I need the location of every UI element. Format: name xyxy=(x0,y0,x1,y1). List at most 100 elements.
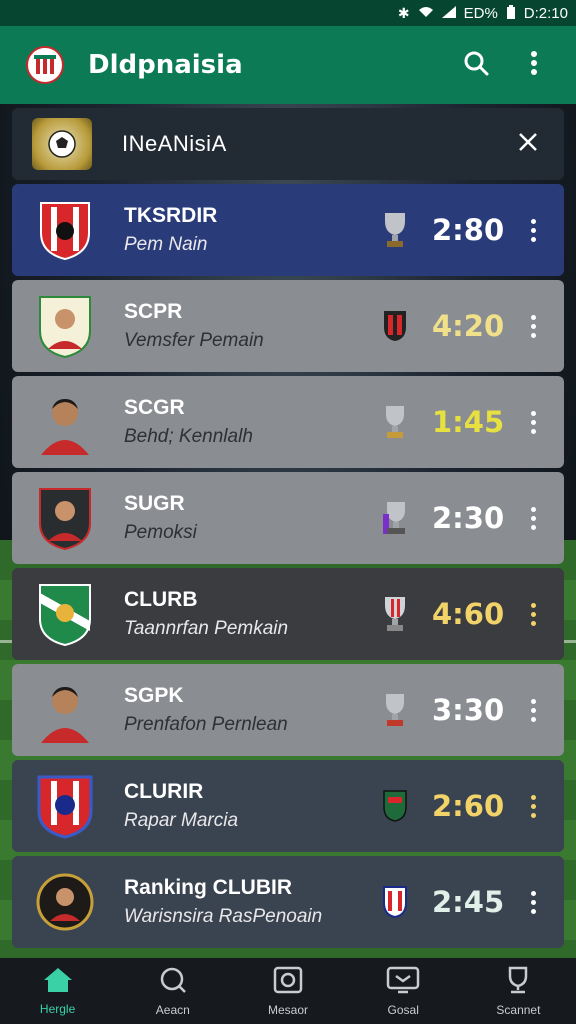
club-name: SCPR xyxy=(124,300,183,323)
player-photo-icon xyxy=(36,677,94,743)
club-subtitle: Vemsfer Pemain xyxy=(124,330,264,351)
search-icon xyxy=(462,49,490,82)
app-title: Dldpnaisia xyxy=(88,50,243,80)
row-more-button[interactable] xyxy=(518,882,548,922)
more-vertical-icon xyxy=(530,410,536,434)
match-time: 4:60 xyxy=(432,597,505,631)
trophy-icon xyxy=(380,594,410,634)
more-vertical-icon xyxy=(530,50,538,81)
trophy-icon xyxy=(504,966,532,999)
row-more-button[interactable] xyxy=(518,594,548,634)
row-more-button[interactable] xyxy=(518,690,548,730)
trophy-icon xyxy=(380,690,410,730)
status-time: D:2:10 xyxy=(523,4,568,22)
club-name: SGPK xyxy=(124,684,184,707)
club-name: SUGR xyxy=(124,492,185,515)
club-badge-icon xyxy=(380,306,410,346)
list-item[interactable]: SUGR Pemoksi 2:30 xyxy=(12,472,564,564)
league-badge xyxy=(32,118,92,170)
tv-icon xyxy=(386,966,420,999)
row-more-button[interactable] xyxy=(518,786,548,826)
row-more-button[interactable] xyxy=(518,210,548,250)
list-item[interactable]: CLURIR Rapar Marcia 2:60 xyxy=(12,760,564,852)
player-photo-icon xyxy=(36,389,94,455)
club-list: TKSRDIR Pem Nain 2:80 SCPR Vemsfer Pemai… xyxy=(12,184,564,952)
club-subtitle: Pemoksi xyxy=(124,522,197,543)
club-crest-icon xyxy=(36,773,94,839)
list-item[interactable]: SGPK Prenfafon Pernlean 3:30 xyxy=(12,664,564,756)
club-crest-icon xyxy=(36,581,94,647)
player-photo-icon xyxy=(36,869,94,935)
player-photo-icon xyxy=(36,293,94,359)
close-button[interactable] xyxy=(510,126,546,162)
match-time: 2:60 xyxy=(432,789,505,823)
club-subtitle: Warisnsira RasPenoain xyxy=(124,906,323,927)
match-time: 2:45 xyxy=(432,885,505,919)
club-name: CLURIR xyxy=(124,780,204,803)
club-badge-icon xyxy=(380,786,410,826)
more-vertical-icon xyxy=(530,314,536,338)
list-item[interactable]: SCGR Behd; Kennlalh 1:45 xyxy=(12,376,564,468)
match-time: 1:45 xyxy=(432,405,505,439)
search-icon xyxy=(159,966,187,999)
more-vertical-icon xyxy=(530,698,536,722)
more-button[interactable] xyxy=(512,43,556,87)
nav-label: Scannet xyxy=(496,1002,541,1017)
more-vertical-icon xyxy=(530,602,536,626)
club-name: Ranking CLUBIR xyxy=(124,876,292,899)
league-header: INeANisiA xyxy=(12,108,564,180)
club-badge-icon xyxy=(380,882,410,922)
close-icon xyxy=(518,132,538,157)
camera-icon xyxy=(273,966,303,999)
status-indicator: ED% xyxy=(463,4,498,22)
club-subtitle: Taannrfan Pemkain xyxy=(124,618,289,639)
nav-label: Aeacn xyxy=(155,1002,190,1017)
row-more-button[interactable] xyxy=(518,402,548,442)
nav-item-search[interactable]: Aeacn xyxy=(115,958,230,1024)
signal-icon xyxy=(441,5,456,21)
player-photo-icon xyxy=(36,485,94,551)
nav-item-goals[interactable]: Gosal xyxy=(346,958,461,1024)
bottom-nav: Hergle Aeacn Mesaor Gosal Scannet xyxy=(0,958,576,1024)
home-icon xyxy=(43,967,73,998)
club-name: TKSRDIR xyxy=(124,204,218,227)
list-item[interactable]: TKSRDIR Pem Nain 2:80 xyxy=(12,184,564,276)
match-time: 2:30 xyxy=(432,501,505,535)
status-bar: ✱ ED% D:2:10 xyxy=(0,0,576,26)
match-time: 4:20 xyxy=(432,309,505,343)
club-crest-icon xyxy=(36,197,94,263)
trophy-icon xyxy=(380,498,410,538)
app-logo xyxy=(26,46,64,84)
trophy-icon xyxy=(380,402,410,442)
app-bar: Dldpnaisia xyxy=(0,26,576,104)
club-name: SCGR xyxy=(124,396,185,419)
list-item[interactable]: Ranking CLUBIR Warisnsira RasPenoain 2:4… xyxy=(12,856,564,948)
match-time: 2:80 xyxy=(432,213,505,247)
nav-item-media[interactable]: Mesaor xyxy=(230,958,345,1024)
club-subtitle: Pem Nain xyxy=(124,234,208,255)
list-item[interactable]: CLURB Taannrfan Pemkain 4:60 xyxy=(12,568,564,660)
wifi-icon xyxy=(418,5,434,21)
club-name: CLURB xyxy=(124,588,198,611)
league-title: INeANisiA xyxy=(122,131,227,156)
more-vertical-icon xyxy=(530,506,536,530)
nav-label: Hergle xyxy=(39,1001,76,1016)
row-more-button[interactable] xyxy=(518,498,548,538)
nav-item-scanner[interactable]: Scannet xyxy=(461,958,576,1024)
match-time: 3:30 xyxy=(432,693,505,727)
more-vertical-icon xyxy=(530,218,536,242)
more-vertical-icon xyxy=(530,794,536,818)
list-item[interactable]: SCPR Vemsfer Pemain 4:20 xyxy=(12,280,564,372)
club-subtitle: Rapar Marcia xyxy=(124,810,239,831)
search-button[interactable] xyxy=(454,43,498,87)
nav-item-home[interactable]: Hergle xyxy=(0,958,115,1024)
trophy-icon xyxy=(380,210,410,250)
more-vertical-icon xyxy=(530,890,536,914)
battery-icon xyxy=(506,4,516,22)
club-subtitle: Prenfafon Pernlean xyxy=(124,714,288,735)
nav-label: Gosal xyxy=(387,1002,419,1017)
bluetooth-icon: ✱ xyxy=(397,4,410,21)
club-subtitle: Behd; Kennlalh xyxy=(124,426,253,447)
nav-label: Mesaor xyxy=(268,1002,309,1017)
row-more-button[interactable] xyxy=(518,306,548,346)
